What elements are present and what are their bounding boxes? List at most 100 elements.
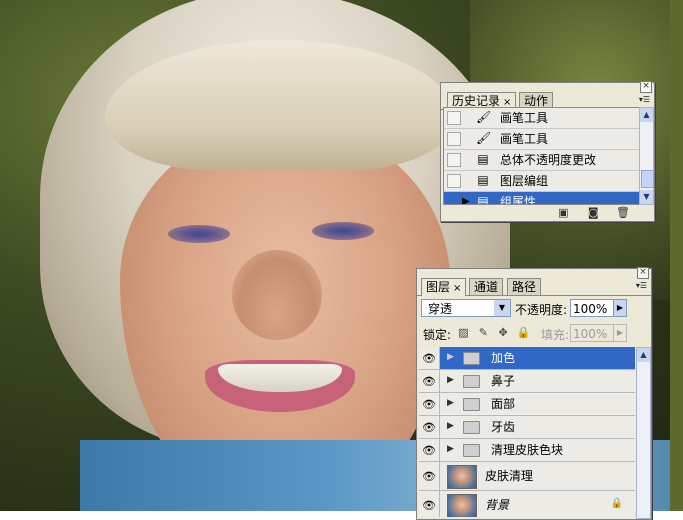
tab-paths-label: 路径	[512, 280, 537, 294]
history-panel: × 历史记录 × 动作 ▾☰ 🖌 画笔工具 🖌 画笔工具 ▤ 总体不透明度更改 ▤	[440, 81, 655, 222]
layer-row[interactable]: 👁 ▶ 鼻子	[419, 370, 635, 393]
history-item-label: 组属性	[500, 195, 537, 205]
scroll-up-icon[interactable]: ▲	[640, 108, 653, 122]
tab-paths[interactable]: 路径	[507, 278, 542, 295]
left-eye	[168, 225, 230, 243]
lock-all-icon[interactable]: 🔒	[516, 326, 530, 339]
tab-history-label: 历史记录	[452, 94, 501, 108]
lock-pixels-brush-icon[interactable]: ✎	[477, 326, 490, 339]
history-item-label: 图层编组	[500, 174, 549, 188]
history-item-selected[interactable]: ▶ ▤ 组属性	[444, 192, 640, 205]
tab-channels[interactable]: 通道	[469, 278, 504, 295]
layer-row[interactable]: 👁 皮肤清理	[419, 462, 635, 491]
history-state-marker-icon[interactable]: ▶	[462, 196, 470, 204]
history-item-label: 总体不透明度更改	[500, 153, 597, 167]
layer-thumbnail	[447, 494, 477, 517]
eye-visibility-icon[interactable]: 👁	[419, 439, 440, 461]
eye-visibility-icon[interactable]: 👁	[419, 462, 440, 490]
nose	[232, 250, 322, 340]
opacity-label: 不透明度:	[515, 303, 568, 317]
expand-triangle-icon[interactable]: ▶	[447, 352, 454, 362]
panel-menu-icon[interactable]: ▾☰	[636, 281, 647, 290]
fill-input[interactable]: 100%	[570, 324, 614, 342]
eye-visibility-icon[interactable]: 👁	[419, 393, 440, 415]
snapshot-checkbox[interactable]	[447, 174, 461, 188]
layer-name: 鼻子	[491, 374, 516, 388]
history-item[interactable]: ▤ 总体不透明度更改	[444, 150, 640, 171]
layer-row[interactable]: 👁 ▶ 面部	[419, 393, 635, 416]
history-item[interactable]: 🖌 画笔工具	[444, 108, 640, 129]
expand-triangle-icon[interactable]: ▶	[447, 444, 454, 454]
folder-icon	[463, 444, 480, 457]
layers-list: 👁 ▶ 加色 👁 ▶ 鼻子 👁 ▶ 面部 👁 ▶ 牙齿 👁 ▶ 清理皮肤色块 👁…	[419, 347, 635, 517]
opacity-slider-button[interactable]: ▶	[613, 299, 627, 317]
expand-triangle-icon[interactable]: ▶	[447, 398, 454, 408]
history-item-label: 画笔工具	[500, 111, 549, 125]
lock-options: ▨ ✎ ✥ 🔒	[457, 325, 532, 339]
trash-icon[interactable]: 🗑	[616, 207, 630, 219]
layer-name: 面部	[491, 397, 516, 411]
history-item-label: 画笔工具	[500, 132, 549, 146]
panel-menu-icon[interactable]: ▾☰	[639, 95, 650, 104]
brush-icon: 🖌	[476, 131, 492, 145]
scroll-down-icon[interactable]: ▼	[640, 190, 653, 204]
document-icon: ▤	[477, 173, 489, 187]
expand-triangle-icon[interactable]: ▶	[447, 421, 454, 431]
document-icon: ▤	[477, 152, 489, 166]
history-item[interactable]: 🖌 画笔工具	[444, 129, 640, 150]
snapshot-checkbox[interactable]	[447, 153, 461, 167]
opacity-input[interactable]: 100%	[570, 299, 614, 317]
history-scrollbar[interactable]: ▲ ▼	[639, 107, 654, 205]
folder-icon	[463, 375, 480, 388]
layer-row[interactable]: 👁 背景 🔒	[419, 491, 635, 517]
fill-slider-button[interactable]: ▶	[613, 324, 627, 342]
layer-thumbnail	[447, 465, 477, 489]
layer-name: 清理皮肤色块	[491, 443, 564, 457]
eye-visibility-icon[interactable]: 👁	[419, 491, 440, 517]
eye-visibility-icon[interactable]: 👁	[419, 416, 440, 438]
right-edge-strip	[670, 0, 683, 511]
history-titlebar[interactable]: ×	[441, 81, 654, 93]
snapshot-checkbox[interactable]	[447, 195, 461, 204]
blend-mode-select[interactable]: 穿透 ▼	[421, 299, 511, 317]
layer-name: 加色	[491, 351, 516, 365]
chevron-down-icon[interactable]: ▼	[494, 300, 510, 316]
tab-actions-label: 动作	[524, 94, 549, 108]
layer-name: 皮肤清理	[485, 469, 534, 483]
snapshot-checkbox[interactable]	[447, 132, 461, 146]
lock-label: 锁定:	[423, 328, 452, 342]
document-icon: ▤	[477, 194, 489, 205]
eye-visibility-icon[interactable]: 👁	[419, 370, 440, 392]
folder-icon	[463, 398, 480, 411]
eye-visibility-icon[interactable]: 👁	[419, 347, 440, 369]
expand-triangle-icon[interactable]: ▶	[447, 375, 454, 385]
history-list: 🖌 画笔工具 🖌 画笔工具 ▤ 总体不透明度更改 ▤ 图层编组 ▶ ▤ 组属性	[443, 107, 641, 205]
fill-label: 填充:	[541, 328, 570, 342]
layers-titlebar[interactable]: ×	[417, 267, 651, 279]
right-eye	[312, 222, 374, 240]
scroll-up-icon[interactable]: ▲	[637, 348, 650, 362]
blend-mode-value: 穿透	[428, 302, 453, 316]
lock-position-move-icon[interactable]: ✥	[497, 326, 510, 339]
tab-channels-label: 通道	[474, 280, 499, 294]
layer-row-selected[interactable]: 👁 ▶ 加色	[419, 347, 635, 370]
folder-icon	[463, 352, 480, 365]
layer-name: 牙齿	[491, 420, 516, 434]
layer-row[interactable]: 👁 ▶ 清理皮肤色块	[419, 439, 635, 462]
tab-layers-label: 图层	[426, 280, 451, 294]
layers-scrollbar[interactable]: ▲	[636, 347, 651, 519]
history-item[interactable]: ▤ 图层编组	[444, 171, 640, 192]
layers-panel: × 图层 × 通道 路径 ▾☰ 穿透 ▼ 不透明度: 100% ▶ 锁定: ▨ ✎…	[416, 267, 652, 520]
close-tab-icon[interactable]: ×	[453, 283, 461, 294]
scroll-thumb[interactable]	[641, 170, 654, 188]
lock-icon: 🔒	[610, 498, 623, 509]
snapshot-camera-icon[interactable]: ◙	[586, 207, 600, 219]
snapshot-checkbox[interactable]	[447, 111, 461, 125]
history-footer: ▣ ◙ 🗑	[544, 205, 630, 219]
lock-transparency-icon[interactable]: ▨	[457, 326, 470, 339]
folder-icon	[463, 421, 480, 434]
layer-row[interactable]: 👁 ▶ 牙齿	[419, 416, 635, 439]
layers-tabs: 图层 × 通道 路径 ▾☰	[417, 277, 651, 296]
new-document-icon[interactable]: ▣	[556, 207, 570, 219]
tab-layers[interactable]: 图层 ×	[421, 278, 467, 296]
